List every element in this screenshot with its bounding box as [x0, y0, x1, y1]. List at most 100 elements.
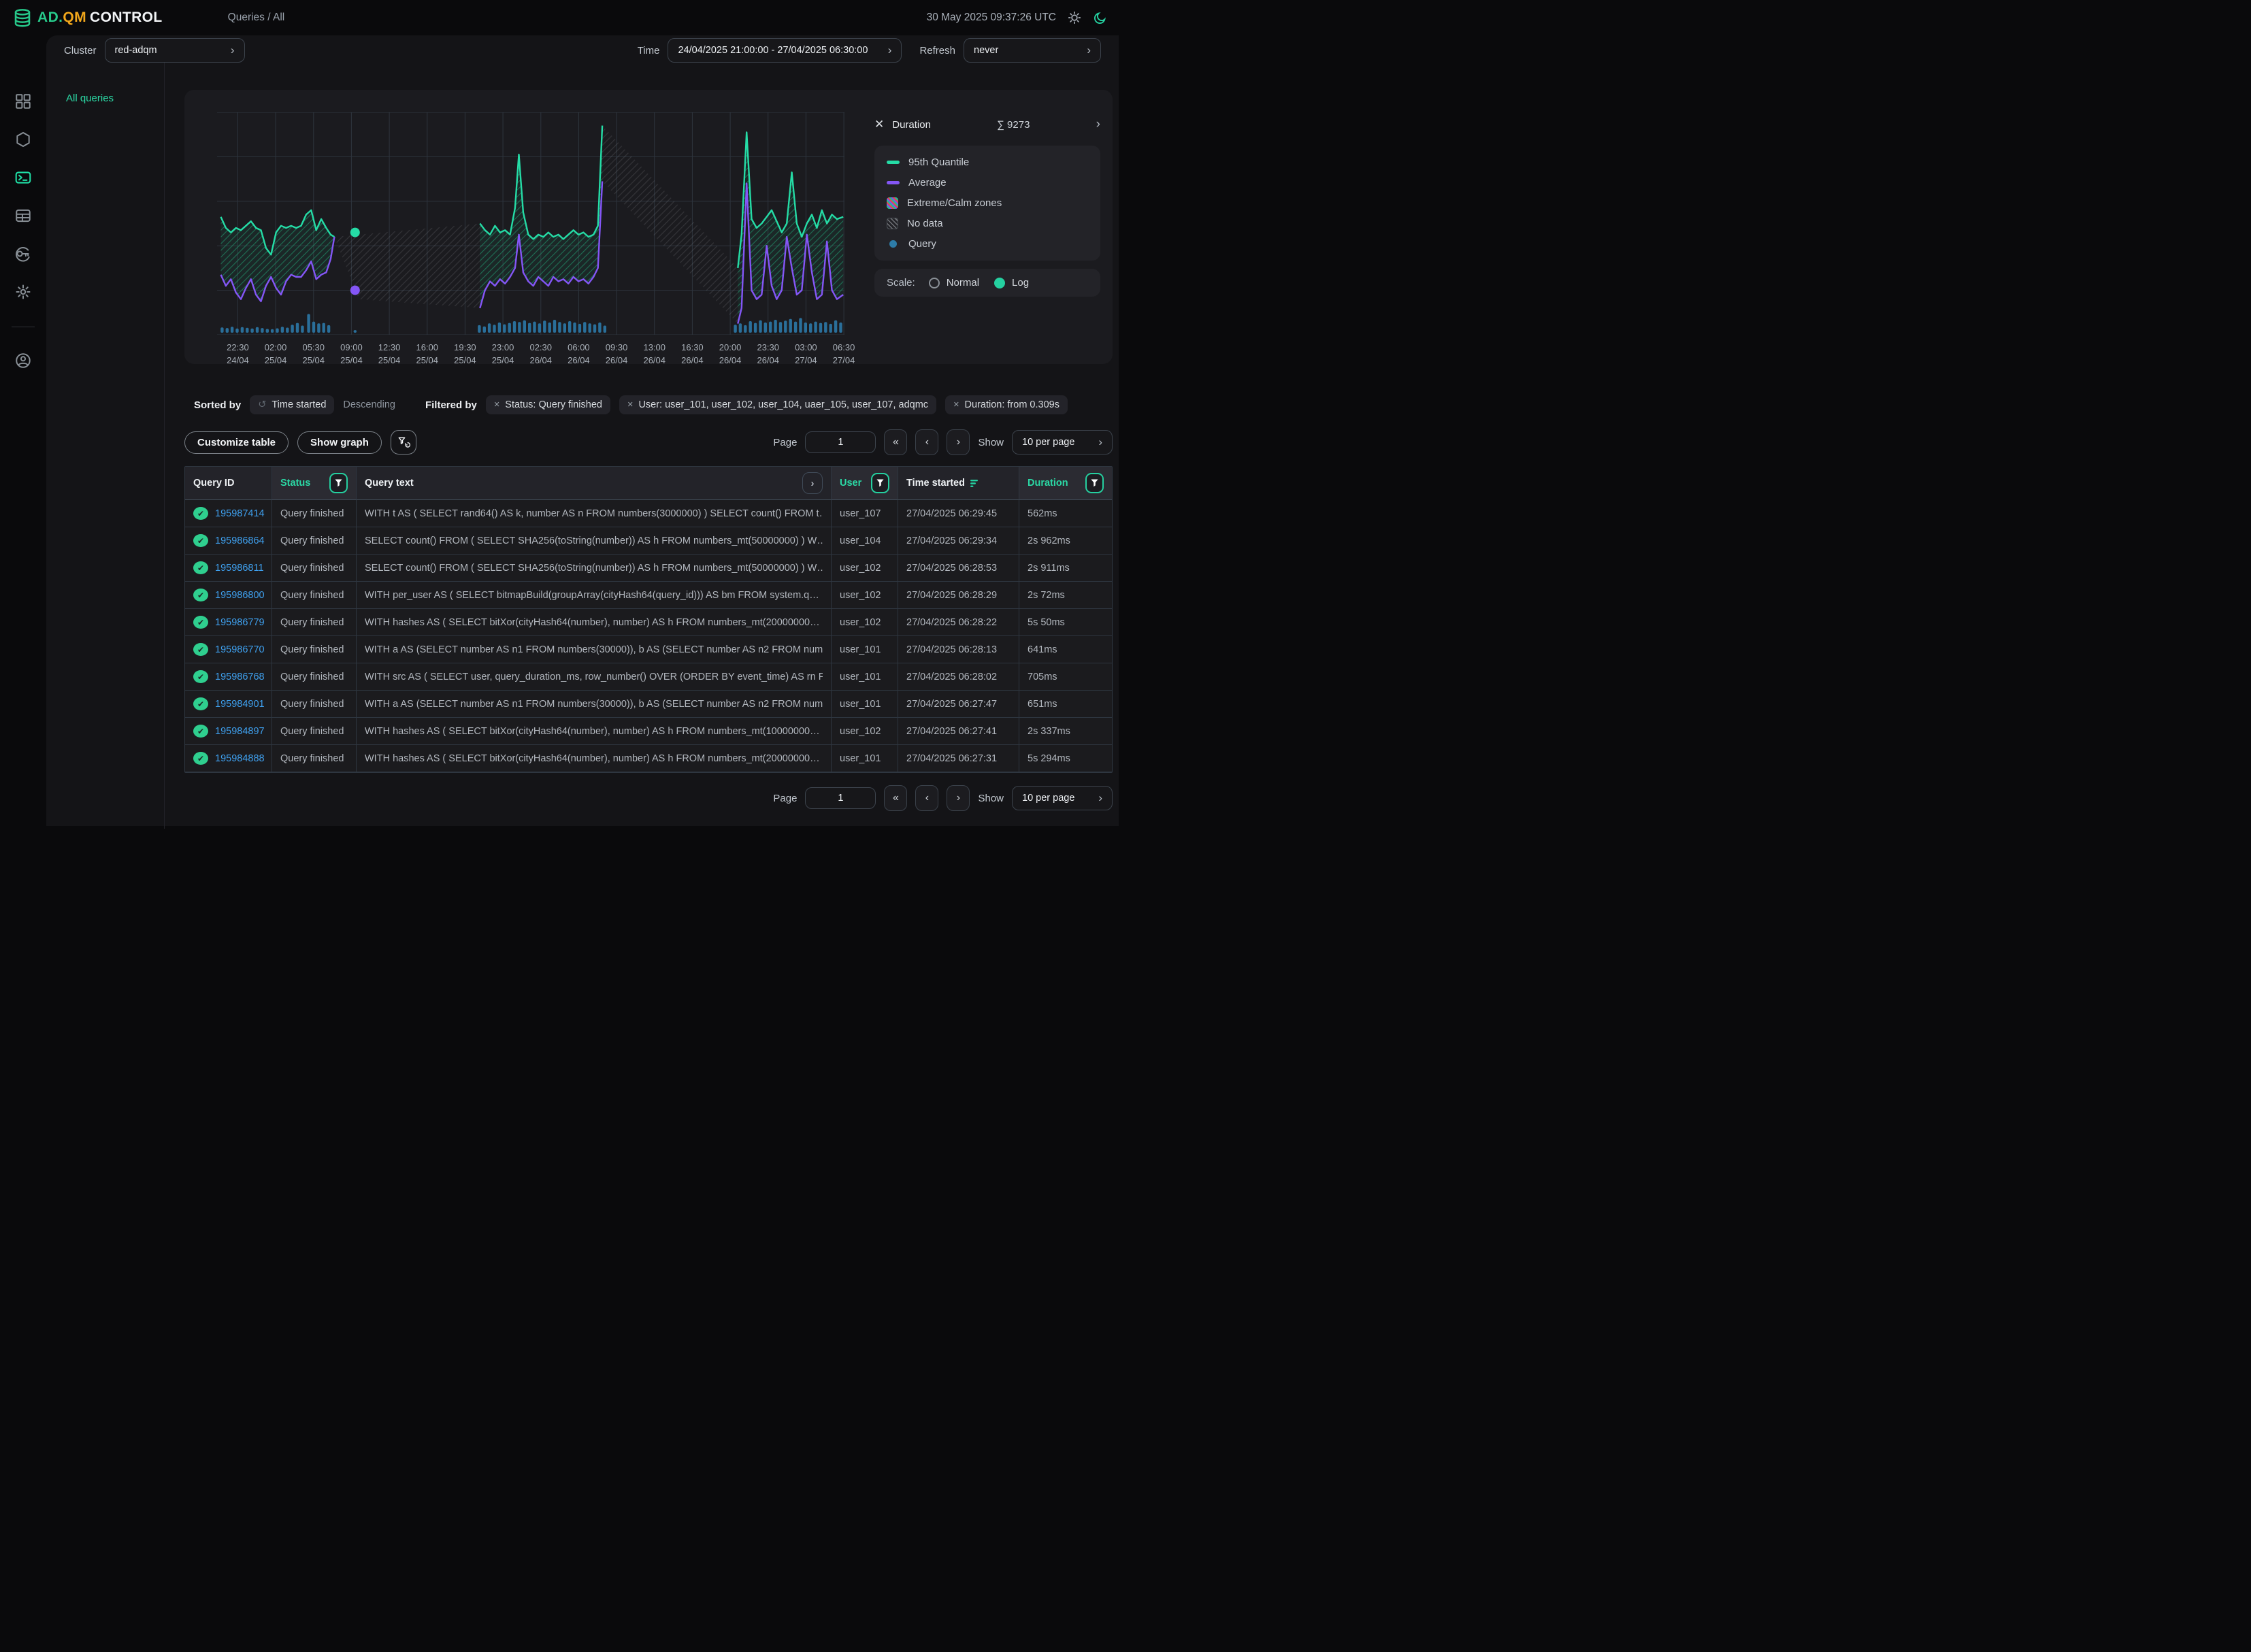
column-label: Query ID [193, 478, 235, 489]
filter-chip[interactable]: × Duration: from 0.309s [945, 395, 1068, 414]
reset-sort-icon[interactable]: ↺ [258, 399, 266, 410]
query-count-bar [814, 321, 817, 333]
query-id-link[interactable]: 195986800 [215, 590, 265, 601]
next-page-button[interactable]: › [947, 429, 970, 455]
scale-option-label: Log [1012, 277, 1030, 288]
refresh-select[interactable]: never › [964, 38, 1101, 63]
query-text-cell[interactable]: WITH src AS ( SELECT user, query_duratio… [357, 663, 832, 691]
query-id-link[interactable]: 195984897 [215, 726, 265, 737]
query-id-link[interactable]: 195984901 [215, 699, 265, 710]
query-text-cell[interactable]: WITH t AS ( SELECT rand64() AS k, number… [357, 500, 832, 527]
radio-unchecked-icon[interactable] [928, 277, 940, 288]
x-tick-label: 12:30 25/04 [378, 342, 401, 365]
x-tick-label: 16:30 26/04 [681, 342, 704, 365]
remove-filter-icon[interactable]: × [953, 399, 959, 410]
table-row: ✔ 195986768 Query finished WITH src AS ( SE… [185, 663, 1112, 691]
legend-item-no-data[interactable]: No data [887, 218, 1088, 229]
per-page-select[interactable]: 10 per page › [1012, 430, 1113, 455]
query-text-cell[interactable]: WITH hashes AS ( SELECT bitXor(cityHash6… [357, 609, 832, 636]
sidebar-item-profile-icon[interactable] [14, 352, 32, 369]
query-text-cell[interactable]: WITH a AS (SELECT number AS n1 FROM numb… [357, 691, 832, 718]
query-text-cell[interactable]: SELECT count() FROM ( SELECT SHA256(toSt… [357, 555, 832, 582]
query-count-bar [312, 321, 316, 333]
no-data-zone [602, 125, 738, 324]
table-header-row: Query ID Status Query text › User Time starte… [185, 467, 1112, 500]
customize-table-button[interactable]: Customize table [184, 431, 289, 454]
query-id-link[interactable]: 195986779 [215, 617, 265, 628]
close-icon[interactable]: ✕ [874, 118, 884, 131]
app-logo[interactable]: AD.QM CONTROL [12, 7, 163, 28]
query-id-link[interactable]: 195986811 [215, 563, 264, 574]
query-text-cell[interactable]: WITH hashes AS ( SELECT bitXor(cityHash6… [357, 718, 832, 745]
sort-descending-icon[interactable] [970, 479, 981, 488]
first-page-button[interactable]: « [884, 429, 908, 455]
query-id-link[interactable]: 195984888 [215, 753, 265, 764]
query-text-cell[interactable]: WITH hashes AS ( SELECT bitXor(cityHash6… [357, 745, 832, 772]
logo-control: CONTROL [90, 10, 163, 25]
duration-chart-plot[interactable] [217, 112, 844, 335]
filter-button[interactable] [1085, 473, 1104, 493]
expand-column-button[interactable]: › [802, 472, 823, 494]
scale-option-log[interactable]: Log [994, 277, 1029, 288]
per-page-select[interactable]: 10 per page › [1012, 786, 1113, 810]
filter-button[interactable] [329, 473, 348, 493]
subnav-item-all-queries[interactable]: All queries [66, 93, 164, 104]
legend-item-average[interactable]: Average [887, 177, 1088, 188]
reset-filters-button[interactable] [390, 430, 416, 455]
first-page-button[interactable]: « [884, 785, 908, 811]
page-input[interactable] [805, 431, 876, 453]
prev-page-button[interactable]: ‹ [915, 785, 939, 811]
table-row: ✔ 195986864 Query finished SELECT count() F… [185, 527, 1112, 555]
user-cell: user_102 [832, 609, 898, 636]
user-cell: user_101 [832, 745, 898, 772]
query-text-cell[interactable]: WITH a AS (SELECT number AS n1 FROM numb… [357, 636, 832, 663]
query-id-link[interactable]: 195986770 [215, 644, 265, 655]
chevron-right-icon[interactable]: › [1096, 117, 1100, 132]
cluster-select[interactable]: red-adqm › [104, 38, 245, 63]
legend-item-query[interactable]: Query [887, 238, 1088, 250]
x-tick-label: 20:00 26/04 [719, 342, 742, 365]
sort-direction[interactable]: Descending [343, 399, 395, 410]
scale-option-label: Normal [946, 277, 980, 288]
table-controls: Customize table Show graph Page « ‹ › Show 10… [184, 429, 1113, 455]
show-graph-button[interactable]: Show graph [297, 431, 382, 454]
query-text-cell[interactable]: WITH per_user AS ( SELECT bitmapBuild(gr… [357, 582, 832, 609]
column-label: Status [280, 478, 311, 489]
remove-filter-icon[interactable]: × [494, 399, 499, 410]
radio-checked-icon[interactable] [994, 277, 1006, 288]
chevron-right-icon: › [887, 44, 892, 56]
remove-filter-icon[interactable]: × [627, 399, 633, 410]
sidebar-item-cluster-hexagon-icon[interactable] [14, 131, 32, 148]
query-text-cell[interactable]: SELECT count() FROM ( SELECT SHA256(toSt… [357, 527, 832, 555]
column-label: Time started [906, 478, 965, 489]
query-count-bar [784, 320, 787, 333]
dark-theme-moon-icon[interactable] [1093, 10, 1108, 25]
sidebar-item-settings-gear-icon[interactable] [14, 283, 32, 301]
sort-chip[interactable]: ↺ Time started [250, 395, 335, 414]
time-range-select[interactable]: 24/04/2025 21:00:00 - 27/04/2025 06:30:0… [668, 38, 902, 63]
filter-chip[interactable]: × User: user_101, user_102, user_104, uae… [619, 395, 937, 414]
legend-item-95th-quantile[interactable]: 95th Quantile [887, 156, 1088, 168]
scale-option-normal[interactable]: Normal [928, 277, 980, 288]
duration-cell: 2s 72ms [1019, 582, 1112, 609]
status-cell: Query finished [272, 691, 357, 718]
query-count-bar [276, 328, 279, 333]
query-id-link[interactable]: 195986864 [215, 535, 265, 546]
filter-chip[interactable]: × Status: Query finished [485, 395, 610, 414]
filter-button[interactable] [871, 473, 889, 493]
next-page-button[interactable]: › [947, 785, 970, 811]
light-theme-sun-icon[interactable] [1067, 10, 1082, 25]
page-input[interactable] [805, 787, 876, 809]
sidebar-item-queries-terminal-icon[interactable] [14, 169, 32, 186]
breadcrumb[interactable]: Queries / All [228, 12, 285, 24]
sidebar-item-dashboard-icon[interactable] [14, 93, 32, 110]
prev-page-button[interactable]: ‹ [915, 429, 939, 455]
content-shell: Cluster red-adqm › Time 24/04/2025 21:00… [46, 35, 1119, 829]
sidebar-item-access-key-icon[interactable] [14, 245, 32, 263]
legend-label: 95th Quantile [908, 156, 970, 168]
query-count-bar [548, 323, 551, 333]
legend-item-extreme-calm-zones[interactable]: Extreme/Calm zones [887, 197, 1088, 209]
query-id-link[interactable]: 195986768 [215, 672, 265, 682]
query-id-link[interactable]: 195987414 [215, 508, 265, 519]
sidebar-item-tables-icon[interactable] [14, 207, 32, 225]
